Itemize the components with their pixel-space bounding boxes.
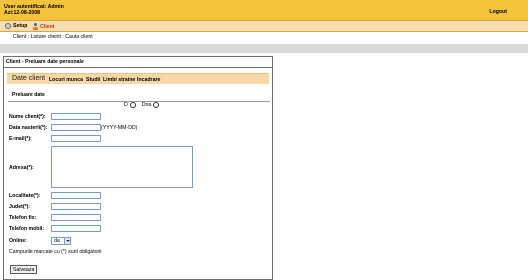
panel-divider (4, 67, 272, 68)
divider-bar (0, 44, 528, 53)
label-adresa: Adresa(*): (9, 165, 34, 171)
required-note: Campurile marcate cu (*) sunt obligatori… (9, 249, 102, 255)
client-form-panel: Client - Preluare date personale Date cl… (3, 56, 273, 280)
nume-input[interactable] (51, 113, 101, 120)
person-icon (32, 23, 38, 30)
radio-d[interactable] (129, 102, 136, 108)
submenu-client[interactable]: Client (13, 34, 26, 40)
form-tabs: Date client Locuri munca Studii Limbi st… (7, 73, 269, 84)
email-input[interactable] (51, 135, 101, 142)
submenu-cauta-client[interactable]: Cauta client (65, 34, 92, 40)
tab-limbi-straine[interactable]: Limbi straine (103, 77, 135, 83)
label-judet: Judet(*): (9, 204, 31, 210)
date-line: Azi:12-08-2008 (4, 10, 41, 16)
save-button[interactable]: Salveaza (10, 265, 38, 274)
radio-dna-label: Dna (141, 102, 152, 108)
tab-date-client[interactable]: Date client (12, 75, 45, 82)
top-header: User autentificat: Admin Azi:12-08-2008 … (0, 0, 528, 20)
menu-item-client[interactable]: Client (32, 23, 54, 30)
online-select[interactable]: da (51, 237, 71, 245)
label-email: E-mail(*): (9, 136, 32, 142)
chevron-down-icon (64, 238, 70, 244)
gear-icon (5, 23, 11, 29)
user-info: User autentificat: Admin Azi:12-08-2008 (4, 4, 64, 16)
label-online: Online: (9, 238, 27, 244)
online-select-value: da (54, 238, 60, 244)
panel-title: Client - Preluare date personale (6, 59, 84, 65)
telefon-fix-input[interactable] (51, 214, 101, 221)
label-nume: Nume client(*): (9, 114, 46, 120)
submenu-listare-clienti[interactable]: Listare clienti (31, 34, 61, 40)
judet-input[interactable] (51, 203, 101, 210)
menu-item-setup-label: Setup (13, 23, 28, 29)
tab-incadrare[interactable]: Incadrare (137, 77, 160, 83)
radio-dna[interactable] (153, 102, 160, 108)
submenu: Client : Listare clienti : Cauta client (13, 34, 93, 40)
label-data-nasterii: Data nasterii(*): (9, 125, 48, 131)
submenu-sep: : (62, 34, 64, 40)
save-button-label: Salveaza (13, 266, 35, 273)
submenu-sep: : (27, 34, 30, 40)
main-menu: Setup Client (0, 20, 528, 32)
adresa-textarea[interactable] (51, 146, 193, 188)
radio-d-label: D (124, 102, 128, 108)
section-title: Preluare date (12, 92, 45, 98)
telefon-mobil-input[interactable] (51, 225, 101, 232)
menu-item-client-label: Client (40, 23, 55, 30)
label-telefon-mobil: Telefon mobil: (9, 226, 45, 232)
label-telefon-fix: Telefon fix: (9, 215, 37, 221)
tab-locuri-munca[interactable]: Locuri munca (49, 77, 83, 83)
salutation-radios: D Dna (124, 102, 160, 108)
label-localitate: Localitate(*): (9, 193, 41, 199)
logout-link[interactable]: Logout (489, 9, 507, 15)
tab-studii[interactable]: Studii (86, 77, 100, 83)
date-format-hint: (YYYY-MM-DD) (101, 125, 138, 131)
menu-item-setup[interactable]: Setup (5, 23, 27, 29)
data-nasterii-input[interactable] (51, 124, 101, 131)
localitate-input[interactable] (51, 192, 101, 199)
